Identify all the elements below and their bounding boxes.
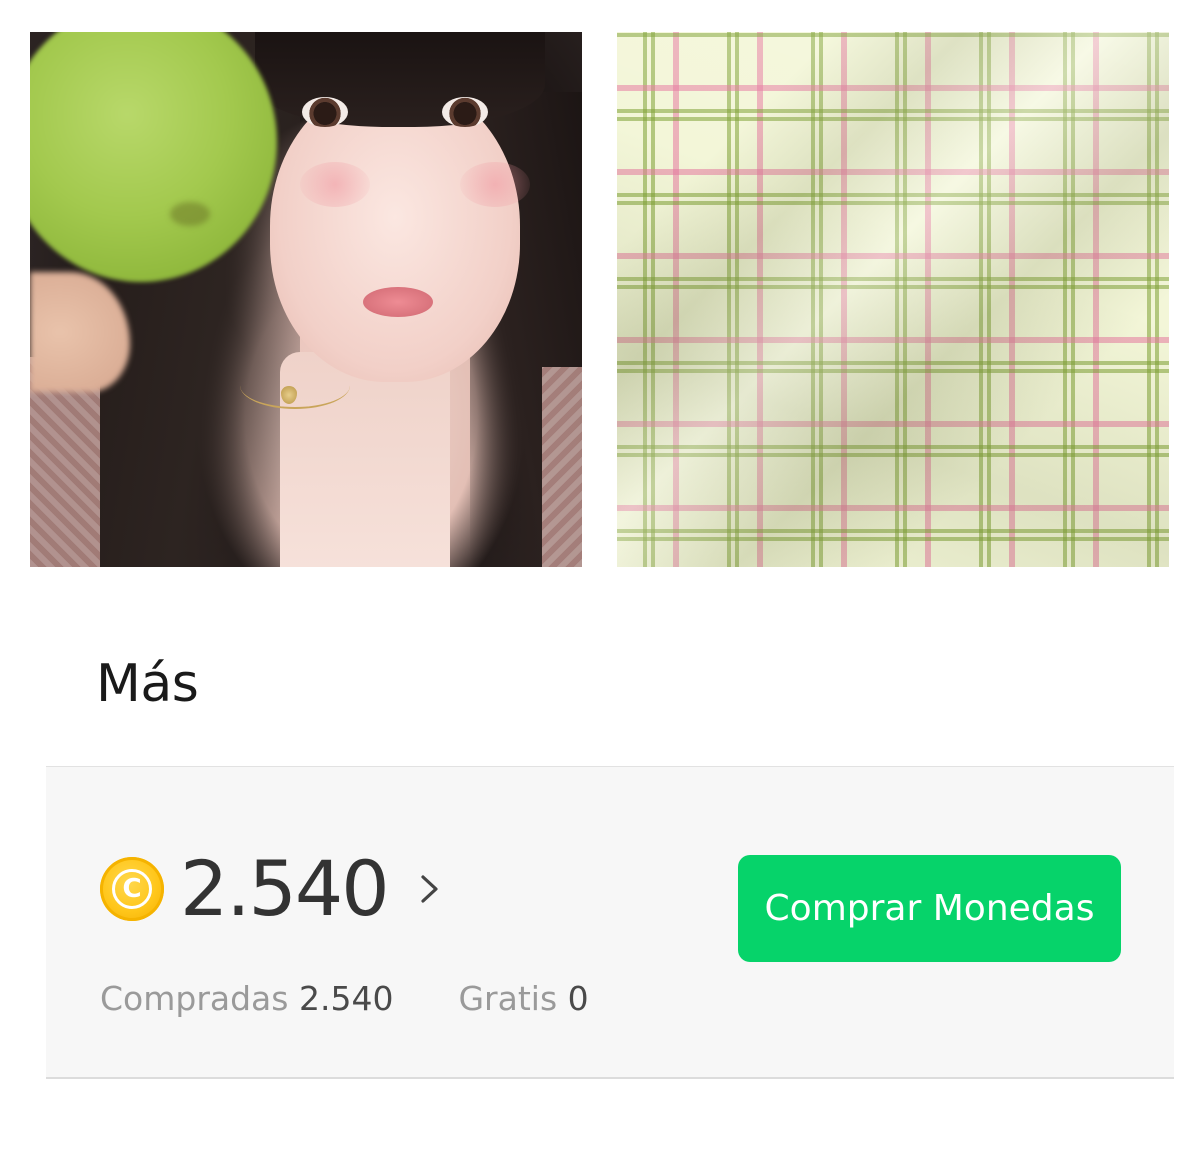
buy-coins-button[interactable]: Comprar Monedas bbox=[738, 855, 1121, 962]
chevron-right-icon bbox=[412, 871, 448, 907]
left-eye bbox=[302, 97, 348, 127]
coin-icon: C bbox=[100, 857, 164, 921]
free-label: Gratis bbox=[458, 979, 558, 1018]
page: Más C 2.540 Compradas 2.540 Gratis 0 Com… bbox=[0, 0, 1200, 1164]
right-cheek bbox=[460, 162, 530, 207]
face bbox=[270, 82, 520, 382]
fabric-fold-shading bbox=[617, 32, 1169, 567]
necklace bbox=[240, 362, 350, 409]
purchased-label: Compradas bbox=[100, 979, 289, 1018]
free-value: 0 bbox=[567, 979, 589, 1018]
left-cheek bbox=[300, 162, 370, 207]
coin-breakdown: Compradas 2.540 Gratis 0 bbox=[100, 979, 589, 1018]
lips bbox=[363, 287, 433, 317]
plaid-fabric-image[interactable] bbox=[617, 32, 1169, 567]
coin-balance-link[interactable]: C 2.540 bbox=[100, 851, 448, 927]
grape-spot bbox=[170, 202, 210, 226]
more-section-title: Más bbox=[96, 654, 199, 714]
portrait-image[interactable] bbox=[30, 32, 582, 567]
coin-symbol: C bbox=[112, 869, 152, 909]
purchased-value: 2.540 bbox=[298, 979, 394, 1018]
bangs bbox=[255, 32, 545, 127]
coin-wallet-panel: C 2.540 Compradas 2.540 Gratis 0 Comprar… bbox=[46, 766, 1174, 1079]
sleeve-right bbox=[542, 367, 582, 567]
coin-balance: 2.540 bbox=[180, 844, 390, 933]
right-eye bbox=[442, 97, 488, 127]
